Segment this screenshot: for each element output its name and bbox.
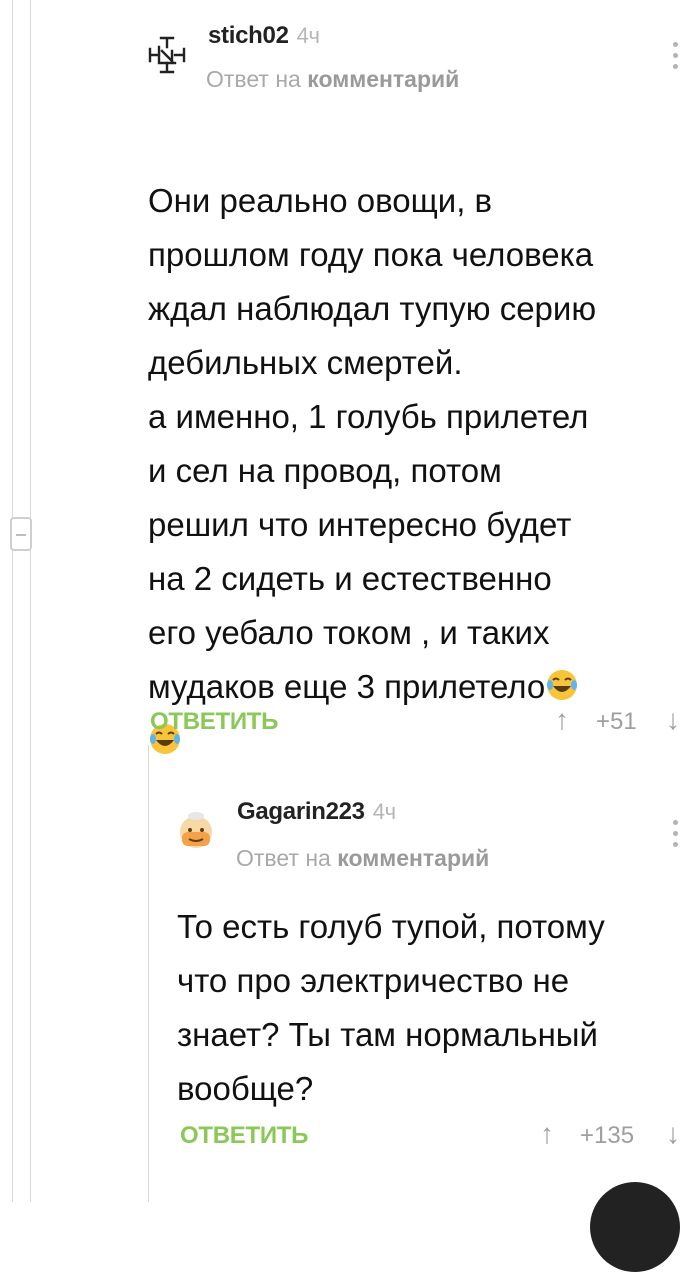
reply-to-line: Ответ на комментарий: [206, 66, 459, 93]
rammstein-logo-icon: [145, 33, 189, 77]
reply-to-prefix: Ответ на: [206, 66, 301, 92]
reply-to-link[interactable]: комментарий: [337, 845, 489, 871]
cartoon-face-icon: [176, 810, 216, 850]
reply-button[interactable]: ОТВЕТИТЬ: [150, 708, 278, 736]
reply-to-link[interactable]: комментарий: [307, 66, 459, 92]
upvote-arrow-icon[interactable]: ↑: [555, 704, 569, 736]
author-name[interactable]: Gagarin223: [237, 798, 365, 825]
more-options-icon[interactable]: [670, 820, 680, 853]
comment-time: 4ч: [296, 23, 320, 48]
reply-to-line: Ответ на комментарий: [236, 845, 489, 872]
comment-author[interactable]: stich02 4ч: [208, 22, 320, 50]
comment-text: Они реально овощи, в прошлом году пока ч…: [148, 182, 597, 705]
thread-line-outer-2: [30, 0, 31, 1202]
comment-body: То есть голуб тупой, потому что про элек…: [177, 908, 605, 1107]
comment-author[interactable]: Gagarin223 4ч: [237, 798, 396, 826]
downvote-arrow-icon[interactable]: ↓: [666, 704, 680, 736]
collapse-thread-button[interactable]: [10, 517, 32, 551]
more-options-icon[interactable]: [670, 42, 680, 75]
comment-body: Они реально овощи, в прошлом году пока ч…: [148, 120, 688, 768]
rating-count: +135: [580, 1122, 635, 1149]
thread-line-reply: [148, 745, 149, 1202]
downvote-arrow-icon[interactable]: ↓: [666, 1118, 680, 1150]
reply-button[interactable]: ОТВЕТИТЬ: [180, 1122, 308, 1150]
rating-count: +51: [596, 708, 637, 735]
author-name[interactable]: stich02: [208, 22, 289, 49]
floating-action-button[interactable]: [590, 1182, 680, 1272]
comment-time: 4ч: [372, 799, 396, 824]
face-with-tears-of-joy-icon: [545, 664, 579, 700]
upvote-arrow-icon[interactable]: ↑: [540, 1118, 554, 1150]
reply-to-prefix: Ответ на: [236, 845, 331, 871]
thread-line-outer-1: [12, 0, 13, 1202]
